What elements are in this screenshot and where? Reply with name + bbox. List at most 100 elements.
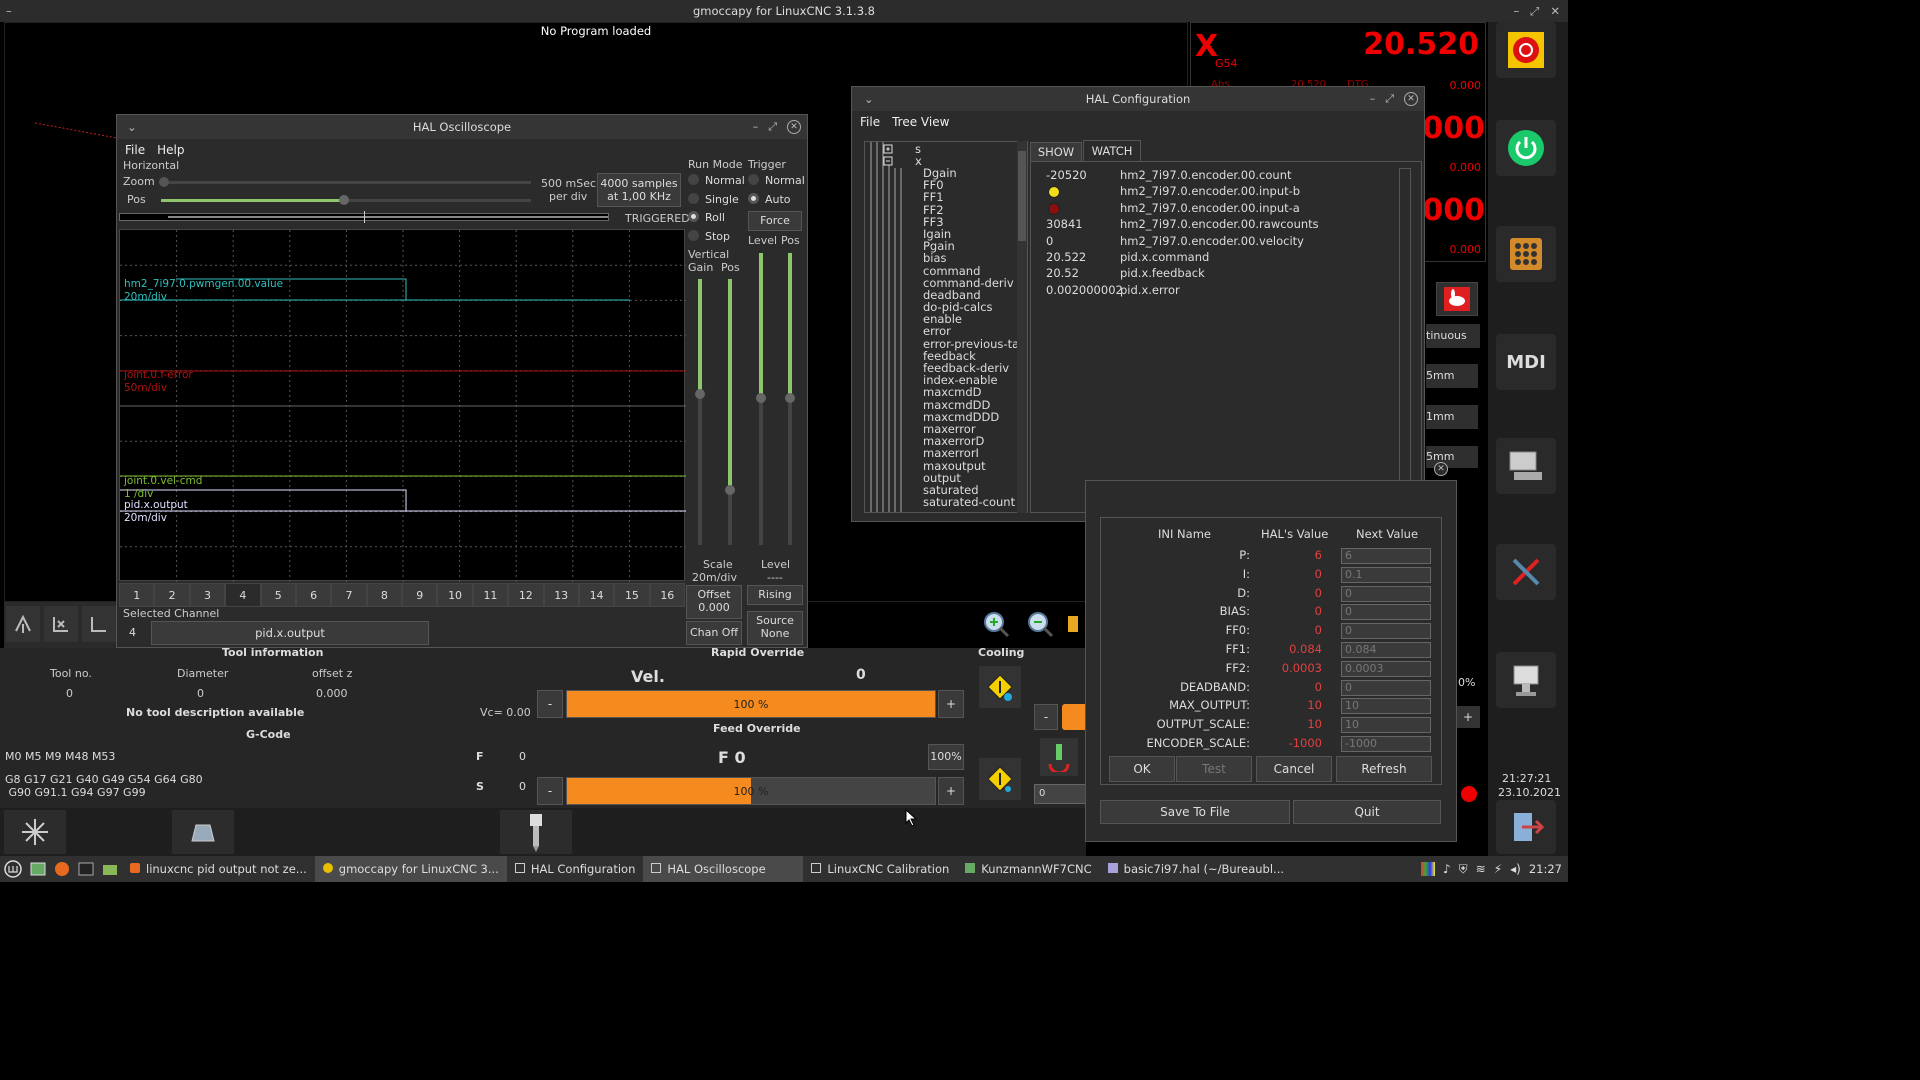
- offset-button[interactable]: Offset 0.000: [686, 585, 742, 619]
- rapid-override-slider[interactable]: 100 %: [566, 690, 936, 718]
- channel-button[interactable]: 15: [614, 583, 650, 607]
- shield-icon[interactable]: ⛨: [1459, 862, 1468, 877]
- taskbar-item[interactable]: KunzmannWF7CNC: [957, 856, 1099, 882]
- trigger-pos-slider[interactable]: [785, 253, 795, 545]
- taskbar-item[interactable]: HAL Oscilloscope: [643, 856, 804, 882]
- feed-plus-button[interactable]: +: [938, 777, 964, 805]
- channel-button[interactable]: 12: [508, 583, 544, 607]
- tab-watch[interactable]: WATCH: [1083, 140, 1141, 162]
- settings-button[interactable]: [1496, 544, 1556, 600]
- force-trigger-button[interactable]: Force: [748, 211, 802, 231]
- feed-reset-button[interactable]: 100%: [928, 744, 964, 770]
- files-launcher[interactable]: [98, 862, 122, 876]
- watch-row[interactable]: 30841 hm2_7i97.0.encoder.00.rawcounts: [1046, 217, 1386, 233]
- trigger-level-slider[interactable]: [756, 253, 766, 545]
- home-button[interactable]: [4, 810, 66, 854]
- channel-button[interactable]: 16: [649, 583, 685, 607]
- jog-step-button[interactable]: 5mm: [1426, 446, 1478, 468]
- mdi-button[interactable]: MDI: [1496, 334, 1556, 390]
- zoom-out-button[interactable]: [1020, 604, 1060, 644]
- bell-icon[interactable]: ♪: [1443, 862, 1451, 877]
- jog-step-button[interactable]: 1mm: [1426, 405, 1478, 429]
- trigger-edge-button[interactable]: Rising: [747, 585, 803, 605]
- watch-row[interactable]: 0.002000002 pid.x.error: [1046, 283, 1386, 299]
- save-to-file-button[interactable]: Save To File: [1100, 800, 1290, 824]
- run-mode-stop[interactable]: Stop: [688, 230, 730, 243]
- spindle-override-partial[interactable]: [1062, 704, 1086, 730]
- tab-show[interactable]: SHOW: [1030, 142, 1082, 162]
- watch-scrollbar[interactable]: [1399, 168, 1411, 504]
- view-x-button[interactable]: [44, 606, 78, 642]
- volume-icon[interactable]: ◂): [1510, 862, 1521, 877]
- tree-item[interactable]: saturated-count: [923, 496, 1019, 508]
- watch-row[interactable]: 0 hm2_7i97.0.encoder.00.velocity: [1046, 234, 1386, 250]
- start-menu-button[interactable]: [0, 856, 26, 882]
- next-value-field[interactable]: 0.084: [1341, 642, 1431, 658]
- channel-button[interactable]: 1: [119, 583, 155, 607]
- next-value-field[interactable]: 0.1: [1341, 566, 1431, 583]
- spindle-speed-entry[interactable]: 0: [1034, 784, 1086, 804]
- clear-plot-button[interactable]: [1064, 604, 1084, 644]
- side-plus-button[interactable]: +: [1456, 706, 1480, 728]
- channel-button[interactable]: 8: [366, 583, 402, 607]
- close-icon[interactable]: ✕: [787, 120, 801, 134]
- tree-scrollbar[interactable]: [1017, 141, 1027, 513]
- channel-button[interactable]: 4: [225, 583, 261, 607]
- zoom-in-button[interactable]: [976, 604, 1016, 644]
- trigger-auto[interactable]: Auto: [748, 193, 791, 206]
- continuous-jog-button[interactable]: tinuous: [1426, 324, 1480, 348]
- next-value-field[interactable]: 0: [1341, 679, 1431, 696]
- window-menu-icon[interactable]: ⌄: [127, 115, 137, 139]
- menu-icon[interactable]: –: [6, 0, 12, 22]
- view-p-button[interactable]: [6, 606, 40, 642]
- watch-row[interactable]: 20.522 pid.x.command: [1046, 250, 1386, 266]
- watch-row[interactable]: hm2_7i97.0.encoder.00.input-b: [1046, 184, 1386, 200]
- tree-item[interactable]: error-previous-ta: [923, 337, 1019, 349]
- samples-button[interactable]: 4000 samples at 1,00 KHz: [597, 173, 681, 207]
- pos-slider-handle[interactable]: [339, 195, 349, 205]
- test-button[interactable]: Test: [1176, 756, 1252, 782]
- feed-override-slider[interactable]: 100 %: [566, 777, 936, 805]
- rapid-plus-button[interactable]: +: [938, 690, 964, 718]
- minimize-icon[interactable]: –: [1370, 87, 1376, 111]
- next-value-field[interactable]: 10: [1341, 698, 1431, 715]
- maximize-icon[interactable]: ⤢: [768, 115, 777, 139]
- next-value-field[interactable]: 0: [1341, 585, 1431, 602]
- close-icon[interactable]: ✕: [1434, 462, 1448, 476]
- channel-button[interactable]: 9: [402, 583, 438, 607]
- tree-item[interactable]: error: [923, 325, 1019, 337]
- next-value-field[interactable]: 10: [1341, 717, 1431, 734]
- taskbar-item[interactable]: HAL Configuration: [507, 856, 644, 882]
- menu-help[interactable]: Help: [157, 139, 184, 161]
- tree-item[interactable]: maxoutput: [923, 459, 1019, 471]
- estop-button[interactable]: [1496, 22, 1556, 78]
- show-desktop-button[interactable]: [26, 862, 50, 876]
- window-menu-icon[interactable]: ⌄: [864, 87, 874, 111]
- run-mode-roll[interactable]: Roll: [688, 211, 725, 224]
- exit-button[interactable]: [1496, 800, 1556, 854]
- window-buttons[interactable]: – ⤢ ✕: [1513, 0, 1560, 22]
- color-tray-icon[interactable]: [1420, 861, 1435, 876]
- trigger-source-button[interactable]: Source None: [747, 611, 803, 645]
- menu-tree-view[interactable]: Tree View: [892, 111, 949, 133]
- next-value-field[interactable]: 0: [1341, 604, 1431, 621]
- close-icon[interactable]: ✕: [1404, 92, 1418, 106]
- ok-button[interactable]: OK: [1109, 756, 1175, 782]
- chan-off-button[interactable]: Chan Off: [686, 621, 742, 645]
- tree-item[interactable]: maxcmdD: [923, 386, 1019, 398]
- channel-button[interactable]: 14: [578, 583, 615, 607]
- channel-button[interactable]: 3: [189, 583, 226, 607]
- pos-slider[interactable]: [161, 195, 531, 205]
- channel-button[interactable]: 5: [260, 583, 296, 607]
- next-value-field[interactable]: 0: [1341, 623, 1431, 640]
- tool-button[interactable]: [500, 810, 572, 854]
- channel-button[interactable]: 2: [154, 583, 190, 607]
- gain-slider[interactable]: [695, 279, 705, 545]
- run-mode-single[interactable]: Single: [688, 193, 739, 206]
- machine-on-button[interactable]: [1496, 120, 1556, 176]
- tree-item[interactable]: maxcmdDD: [923, 398, 1019, 410]
- quit-button[interactable]: Quit: [1293, 800, 1441, 824]
- tree-item[interactable]: FF1: [923, 191, 1019, 203]
- tree-node[interactable]: x: [915, 155, 922, 167]
- spindle-direction-button[interactable]: [1040, 738, 1078, 776]
